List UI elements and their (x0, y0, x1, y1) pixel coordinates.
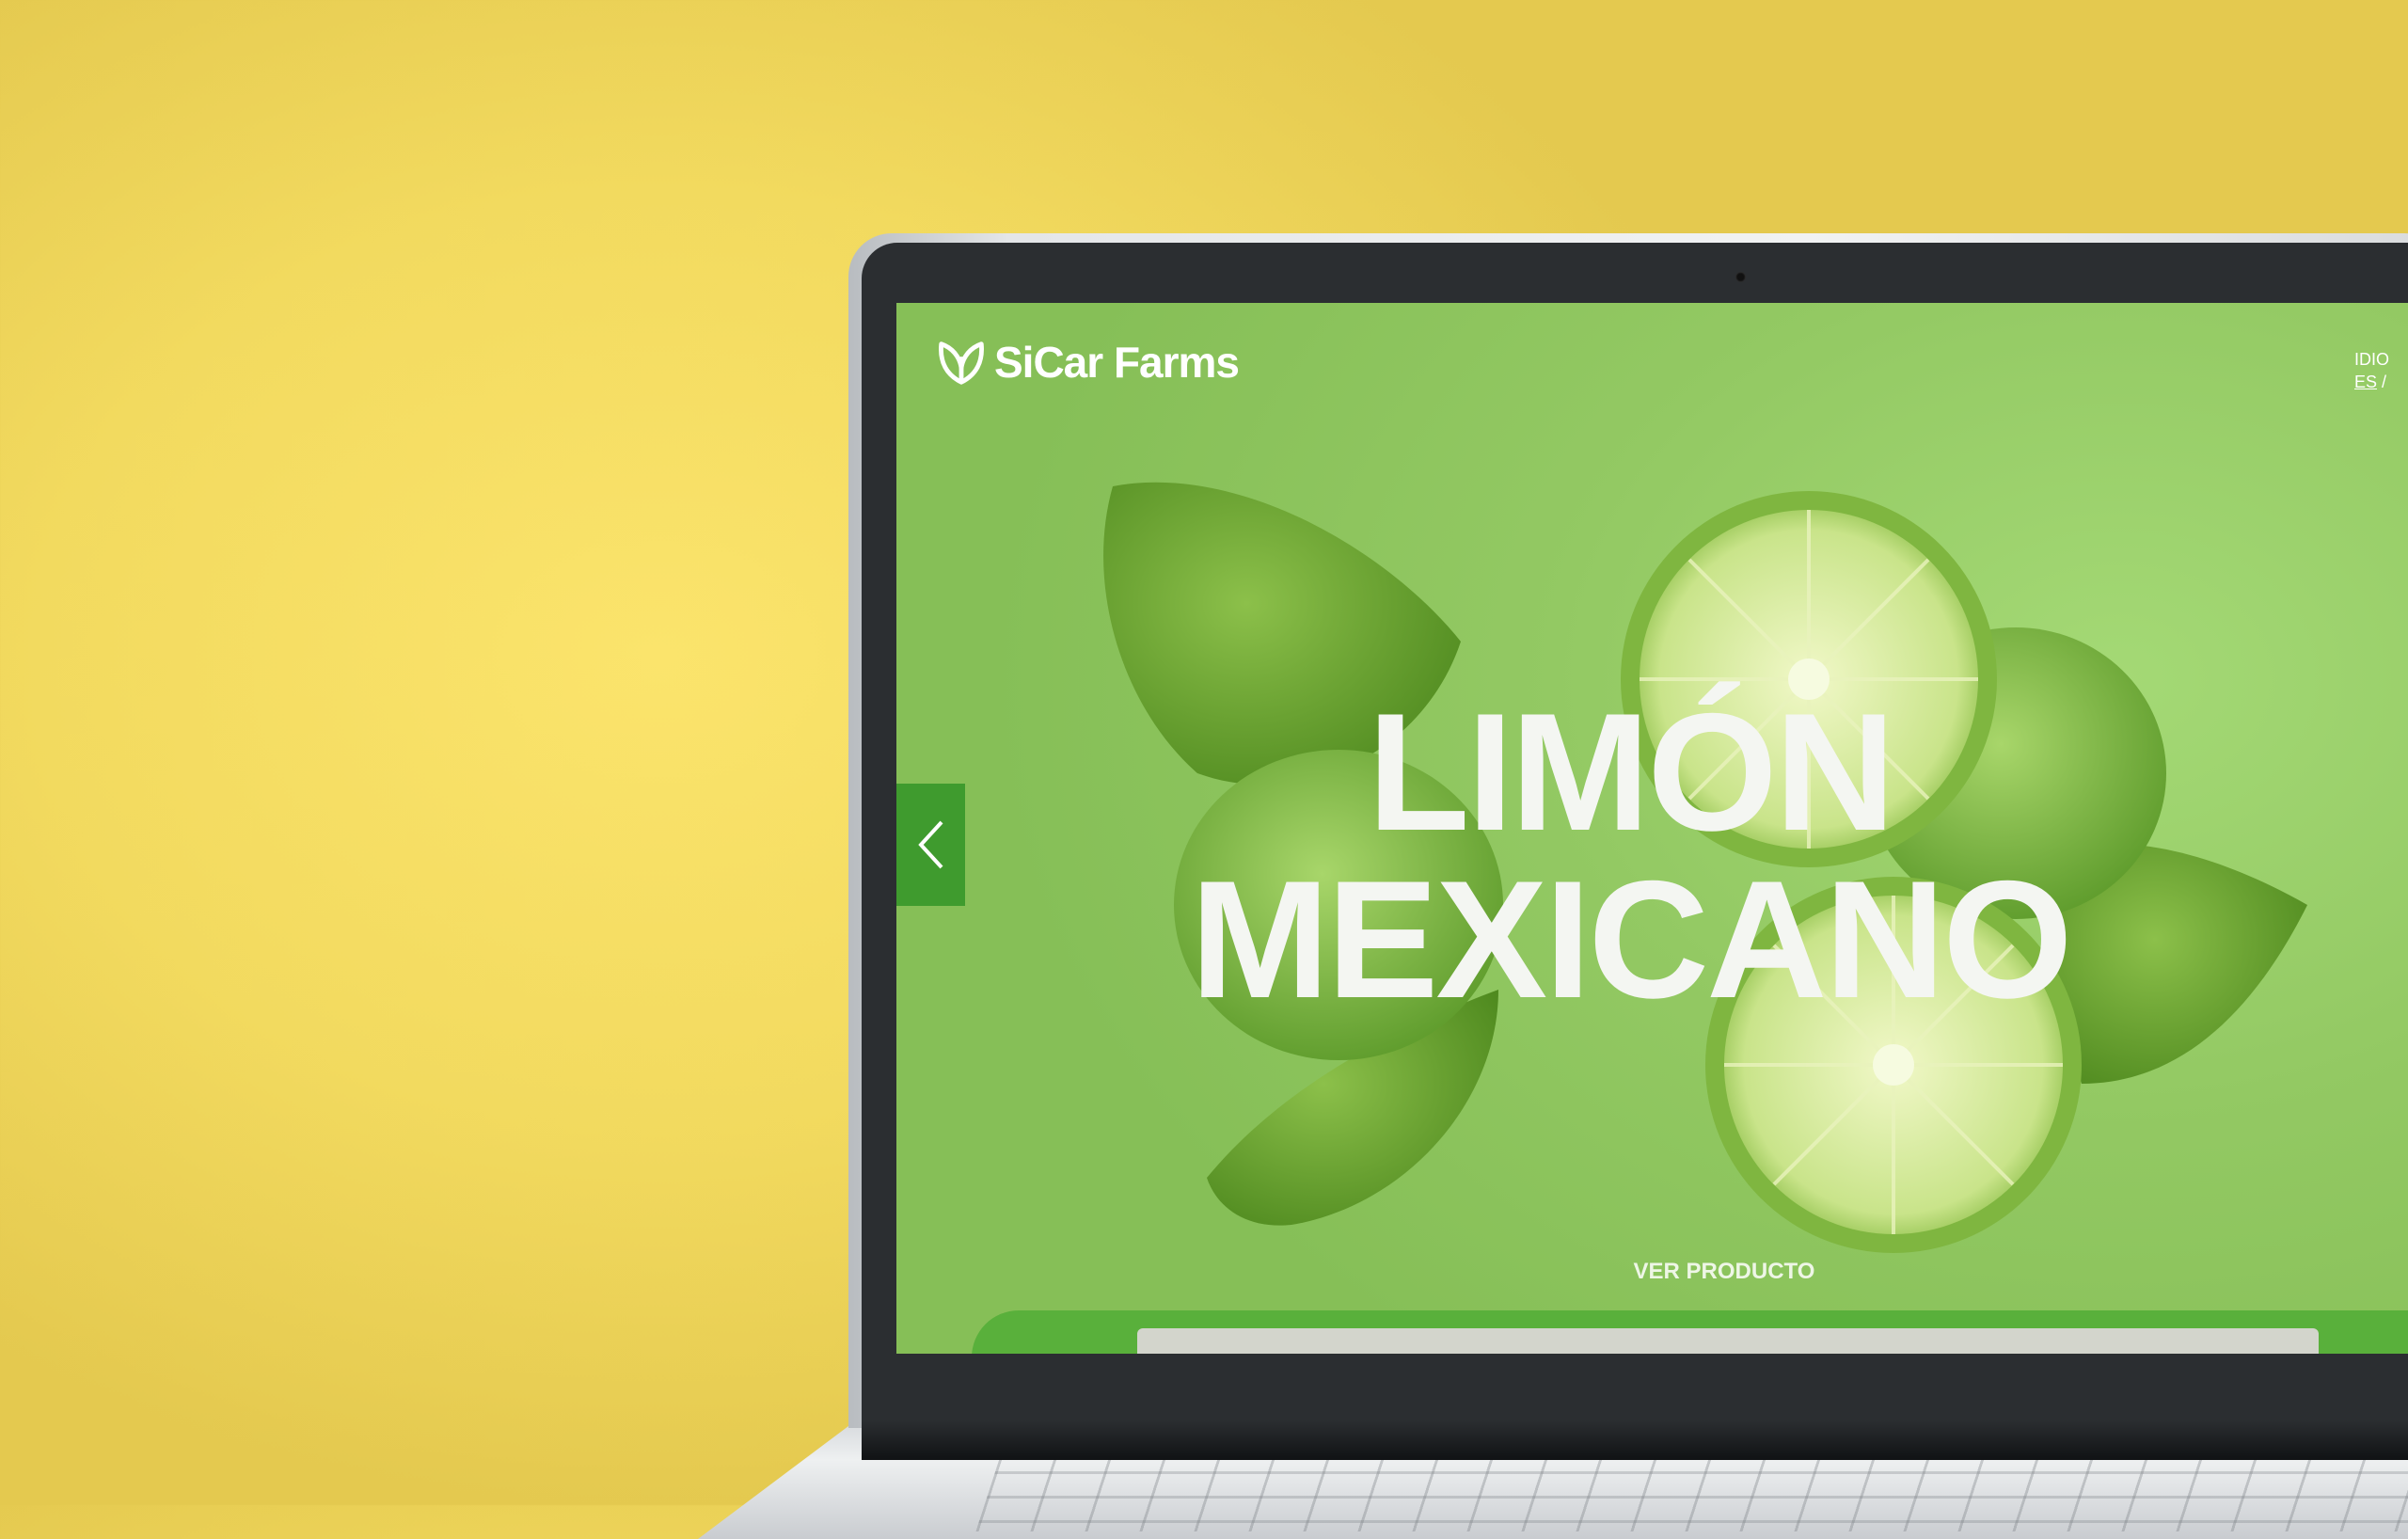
screen-chin (862, 1420, 2408, 1460)
webcam (1735, 272, 1746, 282)
chevron-left-icon (917, 820, 943, 869)
language-separator: / (2382, 373, 2387, 391)
brand-name: SiCar Farms (994, 338, 1240, 387)
hero-title: LIMÓN MEXICANO (1160, 689, 2100, 1023)
brand-logo[interactable]: SiCar Farms (934, 335, 1240, 389)
hero-title-line1: LIMÓN (1367, 678, 1895, 865)
slider-prev-button[interactable] (896, 784, 965, 906)
language-es-link[interactable]: ES (2354, 373, 2377, 391)
language-label: IDIO (2354, 350, 2390, 369)
leaf-icon (939, 341, 984, 385)
website-screen: SiCar Farms IDIO ES / LIMÓN MEXICANO VER… (896, 303, 2408, 1354)
bottom-panel (1137, 1328, 2319, 1354)
view-product-link[interactable]: VER PRODUCTO (1536, 1259, 1912, 1285)
language-switcher: IDIO ES / (2354, 348, 2389, 393)
laptop-mockup: SiCar Farms IDIO ES / LIMÓN MEXICANO VER… (698, 233, 2408, 1539)
hero-title-line2: MEXICANO (1190, 846, 2072, 1033)
